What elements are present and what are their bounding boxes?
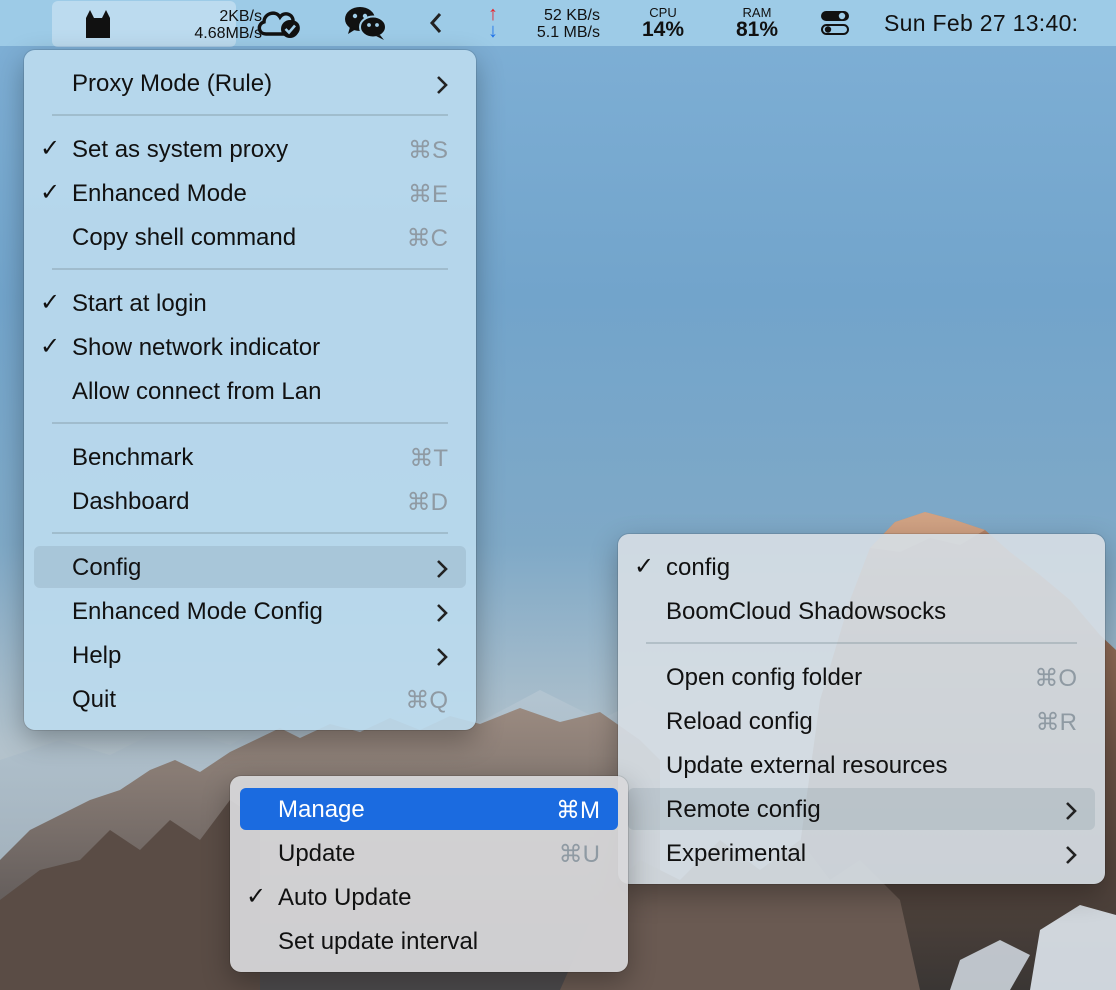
menu-item-proxy-mode[interactable]: Proxy Mode (Rule) <box>34 62 466 104</box>
menu-separator <box>646 642 1077 644</box>
network-download-speed: 5.1 MB/s <box>536 24 600 41</box>
clash-cat-icon <box>82 8 114 45</box>
menu-item-shortcut: ⌘T <box>409 445 448 472</box>
menu-item-enhanced-mode[interactable]: ✓ Enhanced Mode ⌘E <box>34 172 466 214</box>
menu-item-shortcut: ⌘R <box>1035 709 1077 736</box>
cpu-value: 14% <box>641 18 685 41</box>
menu-separator <box>52 268 448 270</box>
menu-item-label: Allow connect from Lan <box>72 378 322 405</box>
arrow-down-icon: ↓ <box>488 20 498 42</box>
menu-item-label: Open config folder <box>666 664 863 691</box>
chevron-right-icon <box>436 646 448 674</box>
checkmark-icon: ✓ <box>246 883 267 910</box>
network-speed-readout[interactable]: 52 KB/s 5.1 MB/s <box>504 0 600 46</box>
menu-item-benchmark[interactable]: Benchmark ⌘T <box>34 436 466 478</box>
menu-item-label: Auto Update <box>278 884 412 911</box>
menu-bar: 2KB/s 4.68MB/s ↑ ↓ 52 KB/s 5.1 MB/s CPU … <box>0 0 1116 47</box>
checkmark-icon: ✓ <box>40 179 61 206</box>
menu-item-update[interactable]: Update ⌘U <box>240 832 618 874</box>
menu-item-set-system-proxy[interactable]: ✓ Set as system proxy ⌘S <box>34 128 466 170</box>
menu-item-update-external-resources[interactable]: Update external resources <box>628 744 1095 786</box>
control-center-icon[interactable] <box>820 0 850 46</box>
menu-separator <box>52 532 448 534</box>
menu-item-open-config-folder[interactable]: Open config folder ⌘O <box>628 656 1095 698</box>
cloud-check-icon[interactable] <box>254 0 306 46</box>
menubar-clock[interactable]: Sun Feb 27 13:40: <box>884 0 1078 46</box>
chevron-right-icon <box>1065 844 1077 872</box>
network-upload-speed: 52 KB/s <box>543 7 600 24</box>
clash-status-item[interactable]: 2KB/s 4.68MB/s <box>52 1 262 47</box>
menu-item-label: Experimental <box>666 840 807 867</box>
menu-item-auto-update[interactable]: ✓ Auto Update <box>240 876 618 918</box>
menu-item-remote-config[interactable]: Remote config <box>628 788 1095 830</box>
chevron-right-icon <box>436 558 448 586</box>
menu-item-reload-config[interactable]: Reload config ⌘R <box>628 700 1095 742</box>
menu-item-config[interactable]: Config <box>34 546 466 588</box>
clash-upload-speed: 2KB/s <box>219 8 262 25</box>
menu-item-show-network-indicator[interactable]: ✓ Show network indicator <box>34 326 466 368</box>
clash-main-menu: Proxy Mode (Rule) ✓ Set as system proxy … <box>24 50 476 730</box>
menu-item-label: Quit <box>72 686 117 713</box>
menu-item-experimental[interactable]: Experimental <box>628 832 1095 874</box>
ram-usage-item[interactable]: RAM 81% <box>727 0 787 46</box>
menu-item-manage[interactable]: Manage ⌘M <box>240 788 618 830</box>
menu-separator <box>52 114 448 116</box>
chevron-right-icon <box>1065 800 1077 828</box>
cpu-usage-item[interactable]: CPU 14% <box>633 0 693 46</box>
menu-item-help[interactable]: Help <box>34 634 466 676</box>
menu-item-shortcut: ⌘D <box>406 489 448 516</box>
remote-config-submenu: Manage ⌘M Update ⌘U ✓ Auto Update Set up… <box>230 776 628 972</box>
menu-item-label: Remote config <box>666 796 821 823</box>
menu-item-allow-lan[interactable]: Allow connect from Lan <box>34 370 466 412</box>
menu-item-boomcloud-profile[interactable]: BoomCloud Shadowsocks <box>628 590 1095 632</box>
clash-speed-readout: 2KB/s 4.68MB/s <box>122 8 262 42</box>
menu-item-label: Dashboard <box>72 488 190 515</box>
menu-item-label: Benchmark <box>72 444 194 471</box>
ram-value: 81% <box>735 18 779 41</box>
wechat-icon[interactable] <box>344 0 388 46</box>
menu-item-label: Help <box>72 642 122 669</box>
menu-item-shortcut: ⌘E <box>407 181 448 208</box>
menu-item-start-at-login[interactable]: ✓ Start at login <box>34 282 466 324</box>
checkmark-icon: ✓ <box>634 553 655 580</box>
menu-item-quit[interactable]: Quit ⌘Q <box>34 678 466 720</box>
menu-item-shortcut: ⌘O <box>1034 665 1077 692</box>
menu-item-label: Update <box>278 840 356 867</box>
menu-item-label: Copy shell command <box>72 224 297 251</box>
checkmark-icon: ✓ <box>40 135 61 162</box>
menu-item-label: Manage <box>278 796 365 823</box>
menu-item-config-profile[interactable]: ✓ config <box>628 546 1095 588</box>
menu-separator <box>52 422 448 424</box>
menu-item-label: Proxy Mode (Rule) <box>72 70 273 97</box>
menu-item-label: Enhanced Mode <box>72 180 247 207</box>
menu-item-label: Start at login <box>72 290 207 317</box>
menu-item-label: Enhanced Mode Config <box>72 598 323 625</box>
menu-item-shortcut: ⌘C <box>406 225 448 252</box>
menu-item-label: Show network indicator <box>72 334 321 361</box>
menu-item-shortcut: ⌘Q <box>405 687 448 714</box>
clash-download-speed: 4.68MB/s <box>194 25 262 42</box>
menu-item-dashboard[interactable]: Dashboard ⌘D <box>34 480 466 522</box>
menu-item-label: Set update interval <box>278 928 479 955</box>
menu-item-label: Reload config <box>666 708 813 735</box>
menu-item-shortcut: ⌘S <box>407 137 448 164</box>
chevron-left-icon[interactable] <box>428 0 444 46</box>
checkmark-icon: ✓ <box>40 289 61 316</box>
network-arrows: ↑ ↓ <box>486 0 502 46</box>
menu-item-shortcut: ⌘M <box>556 797 600 824</box>
menu-item-label: config <box>666 554 731 581</box>
menu-item-set-update-interval[interactable]: Set update interval <box>240 920 618 962</box>
menu-item-label: Config <box>72 554 142 581</box>
menu-item-enhanced-mode-config[interactable]: Enhanced Mode Config <box>34 590 466 632</box>
menu-item-label: Update external resources <box>666 752 948 779</box>
menu-item-copy-shell-command[interactable]: Copy shell command ⌘C <box>34 216 466 258</box>
menu-item-label: BoomCloud Shadowsocks <box>666 598 947 625</box>
config-submenu: ✓ config BoomCloud Shadowsocks Open conf… <box>618 534 1105 884</box>
chevron-right-icon <box>436 602 448 630</box>
menu-item-label: Set as system proxy <box>72 136 289 163</box>
chevron-right-icon <box>436 74 448 102</box>
checkmark-icon: ✓ <box>40 333 61 360</box>
menu-item-shortcut: ⌘U <box>558 841 600 868</box>
